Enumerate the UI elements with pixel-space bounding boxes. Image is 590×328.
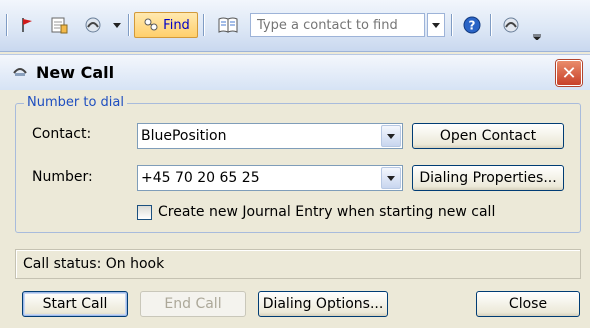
journal-entry-checkbox[interactable] [137, 205, 152, 220]
contact-dropdown-button[interactable] [381, 125, 401, 147]
phone-dial-icon[interactable] [78, 12, 108, 38]
contact-search-dropdown-button[interactable] [427, 13, 445, 37]
number-combobox[interactable]: +45 70 20 65 25 [137, 165, 403, 191]
dialing-options-button[interactable]: Dialing Options... [258, 291, 388, 317]
flag-icon[interactable] [15, 12, 39, 38]
find-icon [144, 18, 158, 31]
phone-icon [12, 63, 28, 83]
dialing-properties-button[interactable]: Dialing Properties... [412, 165, 564, 191]
contact-search-input[interactable] [250, 13, 425, 37]
toolbar-separator [128, 14, 130, 36]
address-book-icon[interactable] [46, 12, 72, 38]
phone-icon[interactable] [498, 12, 524, 38]
toolbar-separator [451, 14, 453, 36]
call-status-text: Call status: On hook [23, 256, 165, 272]
group-title: Number to dial [24, 95, 127, 110]
close-icon: ✕ [561, 62, 577, 84]
close-button[interactable]: Close [476, 291, 580, 317]
svg-text:?: ? [469, 19, 476, 33]
call-status-bar: Call status: On hook [15, 249, 581, 279]
open-contact-button[interactable]: Open Contact [412, 123, 564, 149]
end-call-button[interactable]: End Call [140, 291, 246, 317]
chevron-down-icon [387, 175, 395, 181]
number-value: +45 70 20 65 25 [141, 170, 260, 186]
start-call-button[interactable]: Start Call [22, 291, 128, 317]
number-label: Number: [32, 169, 93, 185]
journal-entry-checkbox-label[interactable]: Create new Journal Entry when starting n… [158, 204, 495, 220]
find-button-label: Find [163, 17, 190, 33]
contact-combobox[interactable]: BluePosition [137, 123, 403, 149]
outlook-toolbar: Find ? [0, 0, 590, 52]
toolbar-separator [490, 14, 492, 36]
number-dropdown-button[interactable] [381, 167, 401, 189]
dialog-title: New Call [36, 63, 115, 82]
chevron-down-icon [432, 22, 440, 28]
help-icon[interactable]: ? [460, 12, 484, 38]
chevron-down-icon [387, 133, 395, 139]
find-button[interactable]: Find [134, 12, 198, 38]
contact-label: Contact: [32, 126, 92, 142]
toolbar-overflow-icon[interactable] [532, 20, 542, 46]
contact-value: BluePosition [141, 128, 227, 144]
book-icon[interactable] [215, 12, 241, 38]
close-window-button[interactable]: ✕ [556, 60, 582, 86]
dialog-titlebar: New Call ✕ [0, 54, 590, 90]
dial-dropdown-chevron-icon[interactable] [110, 12, 124, 38]
toolbar-separator [6, 14, 8, 36]
toolbar-separator [203, 14, 205, 36]
